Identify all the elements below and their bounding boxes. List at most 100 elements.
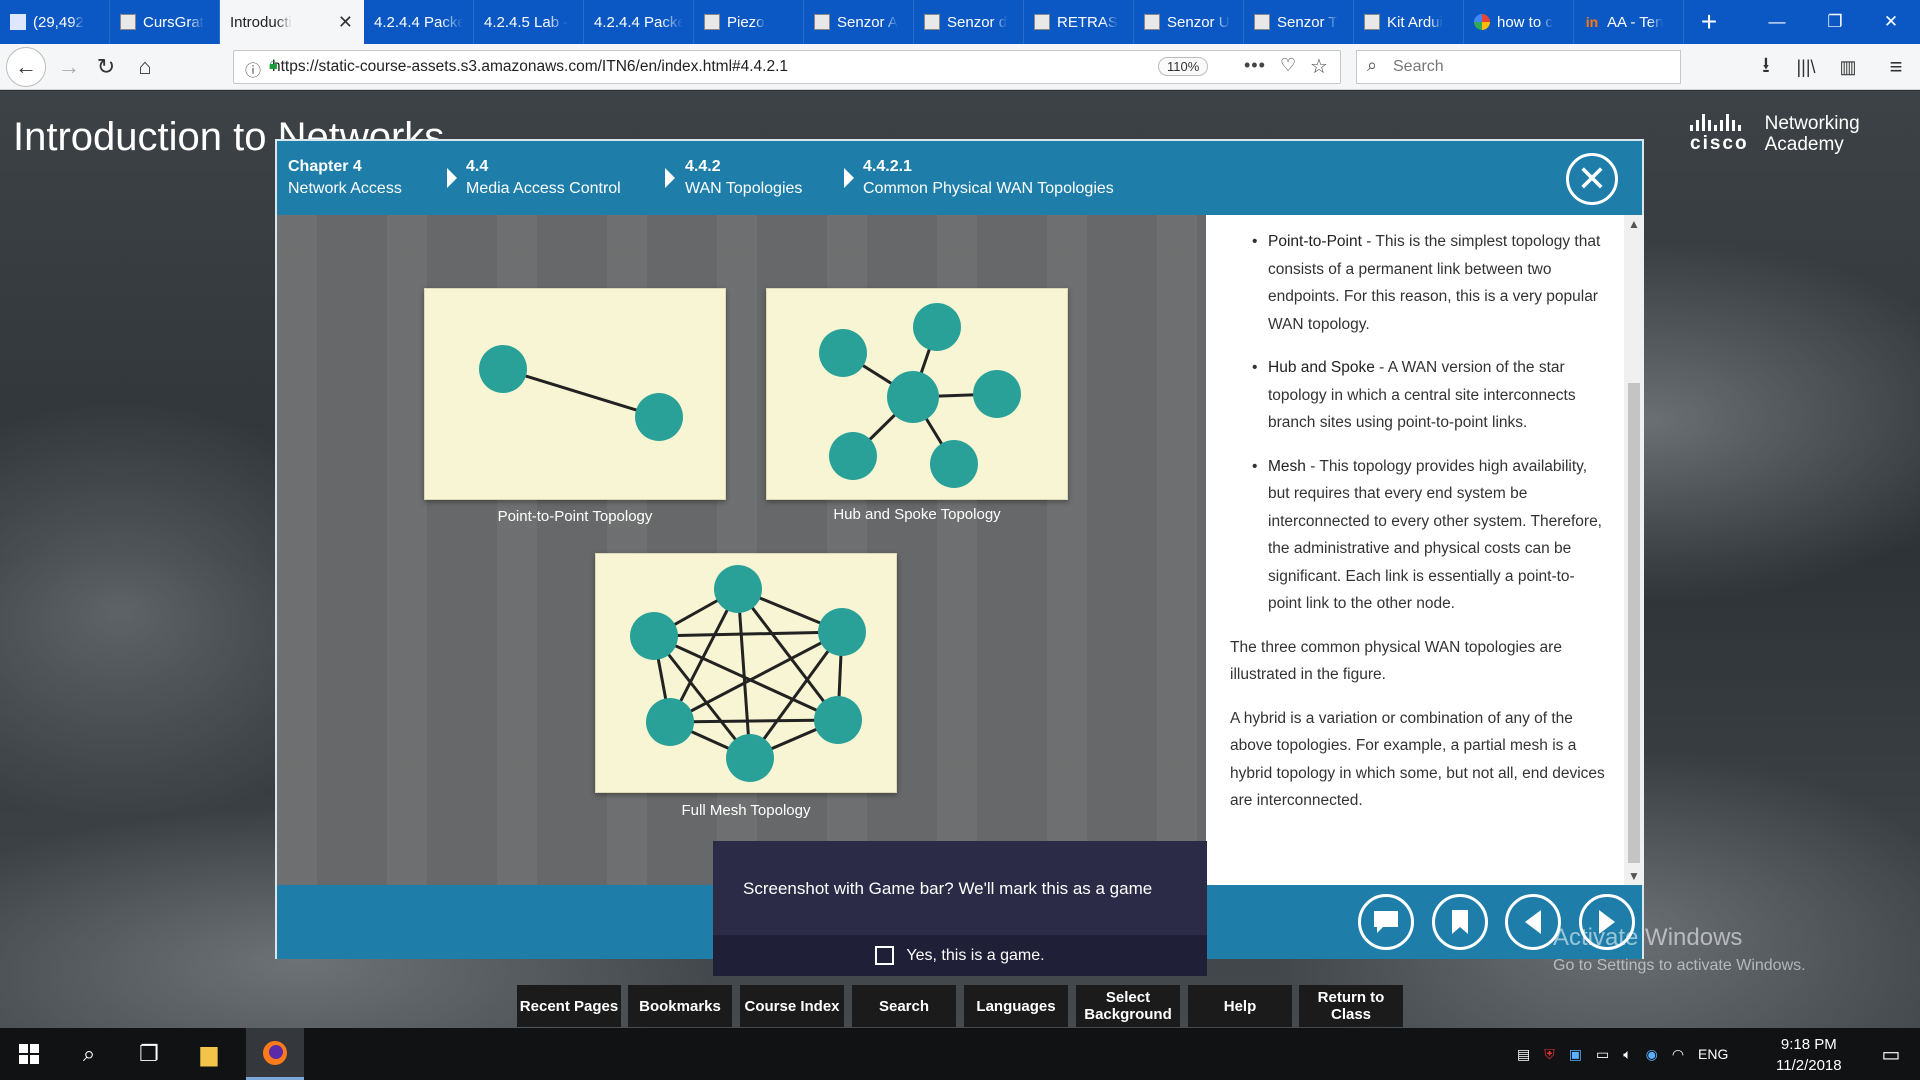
- browser-tab[interactable]: Senzor A: [804, 0, 914, 44]
- shield-icon[interactable]: ⛨: [1544, 1046, 1555, 1063]
- breadcrumb: Chapter 4 Network Access 4.4 Media Access …: [277, 141, 1642, 215]
- tab-strip: (29,492 CursGrat Introducti ✕ 4.2.4.4 Pac…: [0, 0, 1920, 44]
- breadcrumb-section[interactable]: 4.4 Media Access Control: [466, 156, 621, 200]
- window-close-button[interactable]: ✕: [1862, 0, 1920, 44]
- bookmark-star-icon[interactable]: ☆: [1310, 54, 1328, 79]
- forward-button[interactable]: →: [52, 50, 86, 84]
- url-bar[interactable]: ⓘ 🔒︎ https://static-course-assets.s3.ama…: [233, 50, 1341, 84]
- start-button[interactable]: [0, 1028, 58, 1080]
- app-tray-icon[interactable]: ▣: [1569, 1046, 1582, 1063]
- browser-tab[interactable]: 4.2.4.4 Packet: [364, 0, 474, 44]
- browser-tab[interactable]: Senzor T: [1244, 0, 1354, 44]
- page-actions-icon[interactable]: •••: [1244, 55, 1266, 76]
- mesh-topology-card: [595, 553, 897, 793]
- browser-tab[interactable]: Kit Ardui: [1354, 0, 1464, 44]
- action-center-icon[interactable]: ▭: [1862, 1028, 1920, 1080]
- firefox-logo: [263, 1040, 287, 1065]
- zoom-indicator[interactable]: 110%: [1158, 57, 1209, 76]
- scroll-down-icon[interactable]: ▼: [1624, 869, 1644, 883]
- dock-bookmarks[interactable]: Bookmarks: [628, 985, 732, 1027]
- dock-recent-pages[interactable]: Recent Pages: [517, 985, 621, 1027]
- network-node: [479, 345, 527, 393]
- list-item: Point-to-Point - This is the simplest to…: [1230, 228, 1606, 338]
- search-input[interactable]: ⌕ Search: [1356, 50, 1681, 84]
- back-button[interactable]: ←: [6, 47, 46, 87]
- wifi-icon[interactable]: ◠: [1672, 1046, 1684, 1063]
- list-item: Hub and Spoke - A WAN version of the sta…: [1230, 354, 1606, 437]
- browser-tab[interactable]: 4.2.4.5 Lab -: [474, 0, 584, 44]
- new-tab-button[interactable]: +: [1684, 0, 1734, 44]
- info-icon[interactable]: ⓘ: [245, 57, 261, 81]
- browser-tab[interactable]: Piezo: [694, 0, 804, 44]
- restore-button[interactable]: ❐: [1806, 0, 1864, 44]
- mesh-node: [726, 734, 774, 782]
- dock-select-background[interactable]: Select Background: [1076, 985, 1180, 1027]
- breadcrumb-chapter[interactable]: Chapter 4 Network Access: [288, 156, 402, 200]
- scrollbar[interactable]: ▲ ▼: [1624, 215, 1644, 885]
- p2p-topology-diagram: [479, 345, 683, 441]
- reload-button[interactable]: ↻: [89, 50, 123, 84]
- minimize-button[interactable]: —: [1748, 0, 1806, 44]
- mesh-node: [646, 698, 694, 746]
- scrollbar-thumb[interactable]: [1628, 383, 1640, 863]
- firefox-icon[interactable]: [246, 1028, 304, 1080]
- dock-course-index[interactable]: Course Index: [740, 985, 844, 1027]
- system-tray: ▤ ⛨ ▣ ▭ 🔈︎ ◉ ◠ ENG: [1517, 1028, 1728, 1080]
- game-checkbox-label[interactable]: Yes, this is a game.: [906, 947, 1044, 965]
- chevron-right-icon: [665, 168, 675, 188]
- scroll-up-icon[interactable]: ▲: [1624, 217, 1644, 231]
- speech-bubble-icon: [1374, 911, 1398, 933]
- menu-icon[interactable]: ≡: [1879, 50, 1913, 84]
- battery-icon[interactable]: ▭: [1596, 1046, 1609, 1063]
- browser-tab[interactable]: CursGrat: [110, 0, 220, 44]
- browser-tab[interactable]: Senzor d: [914, 0, 1024, 44]
- breadcrumb-topic[interactable]: 4.4.2 WAN Topologies: [685, 156, 802, 200]
- windows-taskbar: ⌕ ❐ ▆ ▤ ⛨ ▣ ▭ 🔈︎ ◉ ◠ ENG 9:18 PM 11/2/20…: [0, 1028, 1920, 1080]
- bluetooth-icon[interactable]: ◉: [1646, 1046, 1658, 1063]
- library-icon[interactable]: |||\: [1789, 50, 1823, 84]
- browser-tab[interactable]: RETRAS: [1024, 0, 1134, 44]
- bookmark-button[interactable]: [1432, 894, 1488, 950]
- close-modal-button[interactable]: ✕: [1566, 153, 1618, 205]
- dock-return-to-class[interactable]: Return to Class: [1299, 985, 1403, 1027]
- browser-tab[interactable]: 4.2.4.4 Packet: [584, 0, 694, 44]
- game-bar-message: Screenshot with Game bar? We'll mark thi…: [743, 879, 1153, 898]
- navigation-toolbar: ← → ↻ ⌂ ⓘ 🔒︎ https://static-course-asset…: [0, 44, 1920, 90]
- hub-node: [887, 371, 939, 423]
- search-taskbar-icon[interactable]: ⌕: [60, 1028, 118, 1080]
- page-icon: [120, 14, 136, 30]
- browser-tab-active[interactable]: Introducti ✕: [220, 0, 364, 44]
- language-indicator[interactable]: ENG: [1698, 1046, 1728, 1062]
- spoke-node: [829, 432, 877, 480]
- network-status-icon[interactable]: ▤: [1517, 1046, 1530, 1063]
- cisco-bars-icon: [1690, 113, 1749, 131]
- dock-help[interactable]: Help: [1188, 985, 1292, 1027]
- mesh-node: [714, 565, 762, 613]
- game-checkbox-row[interactable]: Yes, this is a game.: [713, 935, 1207, 976]
- home-button[interactable]: ⌂: [128, 50, 162, 84]
- comment-button[interactable]: [1358, 894, 1414, 950]
- dock-search[interactable]: Search: [852, 985, 956, 1027]
- close-tab-icon[interactable]: ✕: [338, 12, 353, 33]
- browser-tab[interactable]: (29,492: [0, 0, 110, 44]
- browser-tab[interactable]: in AA - Ten: [1574, 0, 1684, 44]
- search-icon: ⌕: [1367, 55, 1378, 75]
- download-icon[interactable]: ⭳: [1749, 50, 1783, 84]
- taskbar-clock[interactable]: 9:18 PM 11/2/2018: [1776, 1034, 1842, 1076]
- sidebar-icon[interactable]: ▥: [1831, 50, 1865, 84]
- spoke-node: [930, 440, 978, 488]
- volume-icon[interactable]: 🔈︎: [1623, 1046, 1631, 1063]
- mesh-node: [630, 612, 678, 660]
- task-view-icon[interactable]: ❐: [120, 1028, 178, 1080]
- chevron-right-icon: [447, 168, 457, 188]
- dock-languages[interactable]: Languages: [964, 985, 1068, 1027]
- game-checkbox[interactable]: [875, 946, 895, 965]
- pocket-icon[interactable]: ♡: [1280, 55, 1296, 76]
- browser-tab[interactable]: Senzor U: [1134, 0, 1244, 44]
- page-icon: [1364, 14, 1380, 30]
- browser-tab[interactable]: how to c: [1464, 0, 1574, 44]
- text-pane: Point-to-Point - This is the simplest to…: [1206, 215, 1644, 885]
- page-icon: [814, 14, 830, 30]
- network-node: [635, 393, 683, 441]
- file-explorer-icon[interactable]: ▆: [180, 1028, 238, 1080]
